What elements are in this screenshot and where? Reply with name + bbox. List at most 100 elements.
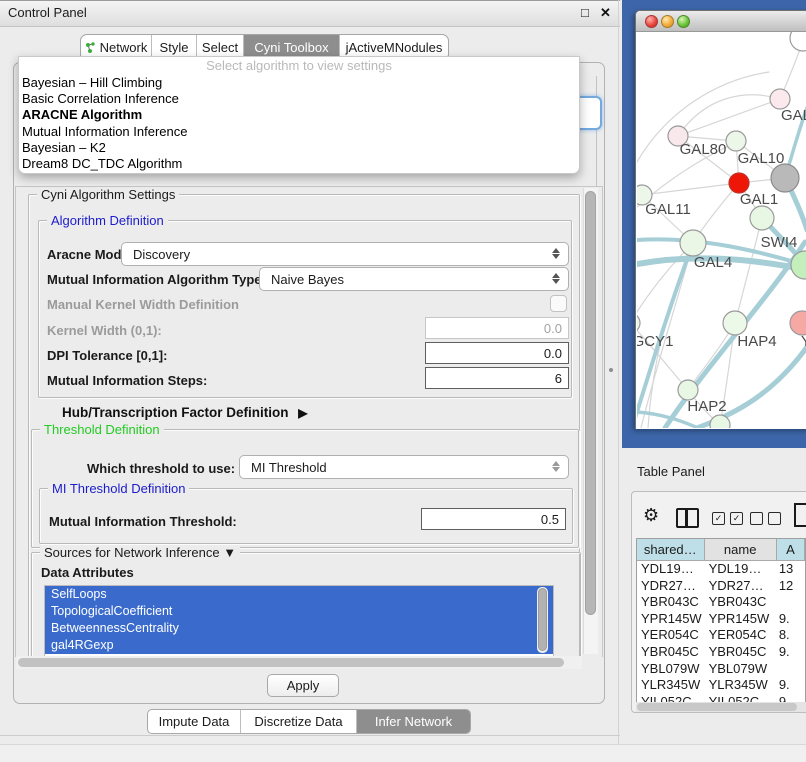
manual-kernel-label: Manual Kernel Width Definition [47,297,239,312]
document-icon[interactable] [794,503,806,527]
splitter-grip-icon[interactable] [609,368,613,372]
table-row[interactable]: YBL079WYBL079W [637,661,805,678]
mi-steps-field[interactable]: 6 [425,367,569,389]
network-graph: GALGAL80GAL10GAL1GAL11GAL4SWI4GCY1HAP4YH… [637,32,806,428]
tab-infer-network[interactable]: Infer Network [357,710,470,733]
table-cell: 9 [777,694,805,702]
settings-vertical-scrollbar-thumb[interactable] [585,191,596,615]
node-label: SWI4 [761,234,798,251]
tab-discretize-data[interactable]: Discretize Data [241,710,357,733]
network-node-gal[interactable] [770,89,790,109]
table-row[interactable]: YER054CYER054C8. [637,627,805,644]
dpi-tolerance-field[interactable]: 0.0 [425,342,569,364]
network-window[interactable]: GALGAL80GAL10GAL1GAL11GAL4SWI4GCY1HAP4YH… [635,10,806,429]
table-row[interactable]: YIL052CYIL052C9 [637,694,805,702]
table-row[interactable]: YPR145WYPR145W9. [637,611,805,628]
hub-definition-toggle[interactable]: Hub/Transcription Factor Definition ▶ [62,405,308,420]
data-attributes-list[interactable]: SelfLoopsTopologicalCoefficientBetweenne… [44,585,554,658]
algorithm-option[interactable]: Dream8 DC_TDC Algorithm [19,156,579,172]
column-header-shared-name[interactable]: shared… [637,539,705,560]
network-node-gcy1[interactable] [637,313,640,333]
attributes-list-scrollbar[interactable] [537,587,548,653]
which-threshold-label: Which threshold to use: [87,461,235,476]
table-row[interactable]: YBR045CYBR045C9. [637,644,805,661]
network-node-hap4[interactable] [723,311,747,335]
network-window-titlebar[interactable] [636,11,806,32]
algorithm-option[interactable]: Bayesian – Hill Climbing [19,75,579,91]
network-node-y[interactable] [790,311,806,335]
which-threshold-combo[interactable]: MI Threshold [239,455,569,479]
table-cell: YLR345W [705,677,777,694]
gear-icon[interactable]: ⚙ [643,505,659,526]
dpi-tolerance-label: DPI Tolerance [0,1]: [47,348,167,363]
table-cell: YBR043C [705,594,777,611]
network-node[interactable] [750,206,774,230]
network-node[interactable] [771,164,799,192]
column-header-clipped[interactable]: A [777,539,805,560]
table-row[interactable]: YLR345WYLR345W9. [637,677,805,694]
attribute-item[interactable]: gal4RGexp [45,637,553,654]
group-title: Sources for Network Inference ▼ [40,545,240,560]
table-cell: YLR345W [637,677,705,694]
kernel-width-field[interactable]: 0.0 [425,317,569,339]
network-canvas[interactable]: GALGAL80GAL10GAL1GAL11GAL4SWI4GCY1HAP4YH… [637,32,806,428]
network-node-gal10[interactable] [726,131,746,151]
control-panel-title: Control Panel [8,5,87,20]
collapse-arrow-icon[interactable]: ▼ [223,545,236,560]
show-columns-icon[interactable] [712,512,743,525]
network-edge [642,183,739,195]
table-cell: 9. [777,611,805,628]
tab-label: Style [160,40,189,55]
dropdown-hint: Select algorithm to view settings [19,57,579,75]
attribute-item[interactable]: TopologicalCoefficient [45,603,553,620]
manual-kernel-checkbox[interactable] [550,295,567,312]
hide-columns-icon[interactable] [750,512,781,525]
table-cell: YER054C [705,627,777,644]
table-row[interactable]: YDL19…YDL19…13 [637,561,805,578]
panel-divider [0,735,620,736]
panel-splitter[interactable] [618,0,619,744]
aracne-mode-combo[interactable]: Discovery [121,242,569,266]
algorithm-option[interactable]: Mutual Information Inference [19,124,579,140]
node-label: GAL10 [738,150,785,167]
column-header-name[interactable]: name [705,539,777,560]
table-cell: YBR045C [705,644,777,661]
node-table-body: YDL19…YDL19…13YDR27…YDR27…12YBR043CYBR04… [637,561,805,702]
data-attributes-label: Data Attributes [41,565,134,580]
table-cell: 8. [777,627,805,644]
combo-value: MI Threshold [251,460,327,475]
network-node[interactable] [790,32,806,51]
sources-title: Sources for Network Inference [44,545,220,560]
tab-impute-data[interactable]: Impute Data [148,710,241,733]
algorithm-option[interactable]: Bayesian – K2 [19,140,579,156]
mi-type-combo[interactable]: Naive Bayes [259,267,569,291]
table-cell: YDR27… [637,578,705,595]
table-row[interactable]: YBR043CYBR043C [637,594,805,611]
split-view-icon[interactable] [676,508,699,528]
attribute-item[interactable]: BetweennessCentrality [45,620,553,637]
mi-threshold-field[interactable]: 0.5 [421,508,566,530]
table-panel-title: Table Panel [637,464,705,479]
table-row[interactable]: YDR27…YDR27…12 [637,578,805,595]
zoom-traffic-light-icon[interactable] [677,15,690,28]
close-window-icon[interactable]: ✕ [600,5,611,21]
algorithm-dropdown-list: Bayesian – Hill ClimbingBasic Correlatio… [19,75,579,172]
close-traffic-light-icon[interactable] [645,15,658,28]
table-cell: YIL052C [705,694,777,702]
unchecked-box-icon [750,512,763,525]
tab-label: Network [100,40,148,55]
table-cell: YBL079W [705,661,777,678]
network-node-gal4[interactable] [680,230,706,256]
float-window-icon[interactable]: □ [581,5,589,20]
unchecked-box-icon [768,512,781,525]
table-horizontal-scrollbar[interactable] [636,702,806,712]
algorithm-option[interactable]: Basic Correlation Inference [19,91,579,107]
combo-arrows-icon [552,272,561,285]
minimize-traffic-light-icon[interactable] [661,15,674,28]
settings-horizontal-scrollbar-thumb[interactable] [18,658,564,667]
network-node-gal1[interactable] [729,173,749,193]
attribute-item[interactable]: SelfLoops [45,586,553,603]
algorithm-option[interactable]: ARACNE Algorithm [19,107,579,123]
network-node-hap2[interactable] [678,380,698,400]
apply-button[interactable]: Apply [267,674,339,697]
